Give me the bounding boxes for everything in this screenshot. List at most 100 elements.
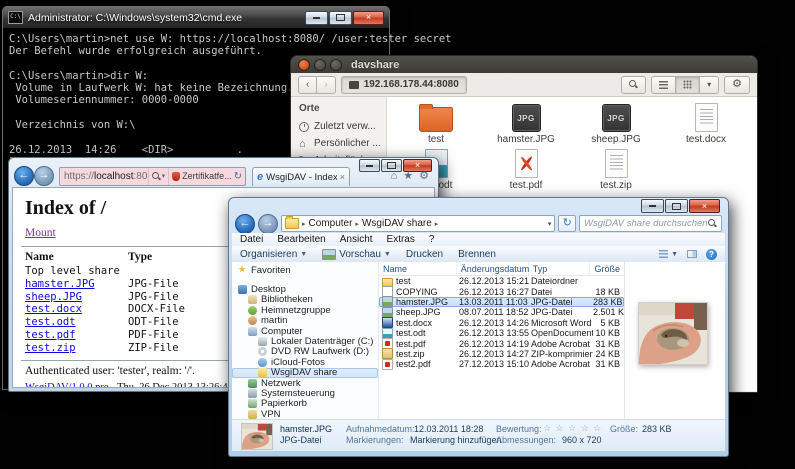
file-row[interactable]: COPYING 26.12.2013 16:27 Datei 18 KB	[379, 286, 624, 296]
column-header-name[interactable]: Name	[379, 262, 457, 275]
nav-tree-item[interactable]: Heimnetzgruppe	[232, 305, 378, 315]
file-link[interactable]: hamster.JPG	[25, 278, 128, 291]
file-link[interactable]: test.odt	[25, 316, 128, 329]
nav-tree-item[interactable]: DVD RW Laufwerk (D:)	[232, 347, 378, 357]
column-header-date[interactable]: Änderungsdatum	[457, 262, 529, 275]
nautilus-titlebar[interactable]: davshare	[291, 56, 757, 73]
file-row[interactable]: hamster.JPG 13.03.2011 11:03 JPG-Datei 2…	[379, 297, 624, 307]
minimize-button[interactable]	[359, 159, 380, 172]
close-button[interactable]	[298, 59, 310, 71]
back-button[interactable]: ←	[235, 214, 255, 234]
back-button[interactable]: ←	[14, 166, 34, 186]
maximize-button[interactable]	[330, 59, 342, 71]
mount-link[interactable]: Mount	[25, 227, 56, 239]
nav-tree-item[interactable]: Desktop	[232, 284, 378, 294]
file-icon-cell[interactable]: JPG sheep.JPG	[571, 102, 661, 148]
nav-tree-item[interactable]: WsgiDAV share	[232, 368, 378, 378]
file-link[interactable]: test.pdf	[25, 329, 128, 342]
file-row[interactable]: test 26.12.2013 15:21 Dateiordner	[379, 276, 624, 286]
file-link[interactable]: test.docx	[25, 303, 128, 316]
file-icon-cell[interactable]: test.zip	[571, 148, 661, 194]
print-button[interactable]: Drucken	[406, 249, 443, 260]
sidebar-place-item[interactable]: Zuletzt verw...	[299, 121, 386, 132]
file-row[interactable]: test.odt 26.12.2013 13:55 OpenDocument T…	[379, 328, 624, 338]
forward-button[interactable]: →	[258, 214, 278, 234]
grid-view-button[interactable]	[675, 76, 700, 94]
nav-tree-item[interactable]: martin	[232, 316, 378, 326]
address-bar[interactable]: https://localhost:8080/ ▾ Zertifikatfe..…	[59, 167, 246, 186]
menu-item[interactable]: Bearbeiten	[277, 234, 325, 245]
breadcrumb-computer[interactable]: Computer	[309, 218, 353, 229]
file-icon-cell[interactable]: JPG hamster.JPG	[481, 102, 571, 148]
help-icon[interactable]: ?	[706, 249, 717, 260]
nav-item-label: VPN	[261, 409, 281, 419]
preview-pane-toggle[interactable]	[687, 250, 697, 258]
search-box[interactable]	[579, 215, 722, 232]
minimize-button[interactable]	[305, 11, 328, 25]
close-button[interactable]: ×	[689, 199, 720, 213]
menu-item[interactable]: Extras	[387, 234, 415, 245]
nav-tree-item[interactable]: iCloud-Fotos	[232, 357, 378, 367]
menu-item[interactable]: Ansicht	[340, 234, 373, 245]
browser-tab[interactable]: e WsgiDAV - Index of / ×	[252, 167, 350, 186]
change-view-button[interactable]: ▼	[659, 250, 678, 258]
file-row[interactable]: sheep.JPG 08.07.2011 18:52 JPG-Datei 2.5…	[379, 307, 624, 317]
wsgidav-link[interactable]: WsgiDAV/1.0.0.pre	[25, 382, 109, 388]
file-row[interactable]: test.pdf 26.12.2013 14:19 Adobe Acrobat …	[379, 338, 624, 348]
nav-tree-item[interactable]: VPN	[232, 409, 378, 419]
minimize-button[interactable]	[641, 199, 664, 213]
home-icon[interactable]: ⌂	[391, 171, 398, 182]
file-row[interactable]: test.docx 26.12.2013 14:26 Microsoft Wor…	[379, 318, 624, 328]
chevron-down-icon[interactable]: ▾	[548, 220, 552, 228]
menu-item[interactable]: ?	[429, 234, 435, 245]
forward-button[interactable]: →	[34, 166, 54, 186]
maximize-button[interactable]	[665, 199, 688, 213]
tags-value[interactable]: Markierung hinzufügen	[410, 435, 502, 445]
nav-tree-item[interactable]: Favoriten	[232, 265, 378, 275]
favorites-star-icon[interactable]: ★	[403, 171, 413, 182]
taken-label: Aufnahmedatum:	[346, 424, 415, 434]
refresh-icon[interactable]: ↻	[234, 171, 242, 182]
organize-button[interactable]: Organisieren▼	[240, 249, 307, 260]
file-icon-cell[interactable]: test.docx	[661, 102, 751, 148]
location-breadcrumb[interactable]: 192.168.178.44:8080	[341, 76, 467, 94]
nav-tree-item[interactable]: Computer	[232, 326, 378, 336]
forward-button[interactable]: ›	[316, 76, 335, 94]
minimize-button[interactable]	[314, 59, 326, 71]
column-header-size[interactable]: Größe	[590, 262, 624, 275]
nav-tree-item[interactable]: Papierkorb	[232, 399, 378, 409]
nav-tree-item[interactable]: Lokaler Datenträger (C:)	[232, 336, 378, 346]
file-icon-cell[interactable]: test.pdf	[481, 148, 571, 194]
certificate-warning[interactable]: Zertifikatfe... ↻	[168, 168, 245, 185]
tab-close-icon[interactable]: ×	[340, 172, 345, 182]
file-row[interactable]: test2.pdf 27.12.2013 15:10 Adobe Acrobat…	[379, 359, 624, 369]
file-icon-cell[interactable]: test	[391, 102, 481, 148]
burn-button[interactable]: Brennen	[458, 249, 496, 260]
view-options-button[interactable]: ▾	[699, 76, 719, 94]
rating-stars[interactable]: ☆ ☆ ☆ ☆ ☆	[543, 423, 602, 434]
cell-date: 27.12.2013 15:10	[459, 359, 531, 369]
nav-tree-item[interactable]: Netzwerk	[232, 378, 378, 388]
settings-button[interactable]: ⚙	[724, 76, 750, 94]
close-button[interactable]: ×	[353, 11, 384, 25]
sidebar-place-item[interactable]: Persönlicher ...	[299, 138, 386, 149]
nav-tree-item[interactable]: Bibliotheken	[232, 295, 378, 305]
gear-icon[interactable]: ⚙	[419, 171, 429, 182]
address-search-button[interactable]: ▾	[148, 168, 169, 185]
back-button[interactable]: ‹	[298, 76, 317, 94]
file-row[interactable]: test.zip 26.12.2013 14:27 ZIP-komprimier…	[379, 349, 624, 359]
file-link[interactable]: test.zip	[25, 342, 128, 355]
file-link[interactable]: sheep.JPG	[25, 291, 128, 304]
breadcrumb-bar[interactable]: ▸ Computer ▸ WsgiDAV share ▸ ▾	[281, 215, 555, 232]
list-view-button[interactable]	[651, 76, 676, 94]
nav-tree-item[interactable]: Systemsteuerung	[232, 388, 378, 398]
maximize-button[interactable]	[329, 11, 352, 25]
search-button[interactable]	[621, 76, 646, 94]
breadcrumb-wsgidav-share[interactable]: WsgiDAV share	[362, 218, 432, 229]
search-input[interactable]	[584, 218, 708, 229]
preview-button[interactable]: Vorschau▼	[322, 249, 391, 260]
refresh-button[interactable]: ↻	[558, 215, 576, 232]
cmd-titlebar[interactable]: C:\ Administrator: C:\Windows\system32\c…	[3, 7, 389, 28]
column-header-type[interactable]: Typ	[529, 262, 591, 275]
menu-item[interactable]: Datei	[240, 234, 263, 245]
